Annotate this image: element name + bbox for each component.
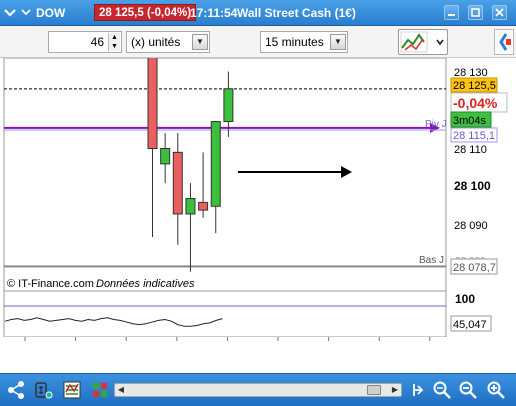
symbol-dropdown-icon[interactable] <box>18 4 34 20</box>
zoom-fit-icon[interactable] <box>432 380 452 400</box>
units-dropdown-icon[interactable]: ▼ <box>192 34 208 50</box>
countdown-label: 3m04s <box>453 115 487 127</box>
collapse-chevron-icon[interactable] <box>2 4 18 20</box>
zoom-in-icon[interactable] <box>486 380 506 400</box>
candle-body[interactable] <box>185 198 196 215</box>
dollar-settings-icon[interactable] <box>34 380 54 400</box>
tools-icon <box>499 33 511 51</box>
close-icon[interactable] <box>492 5 507 20</box>
price-tick: 28 100 <box>454 179 491 193</box>
units-spin-icon[interactable]: ▲ ▼ <box>108 33 120 51</box>
compare-icon[interactable] <box>90 380 110 400</box>
price-chart[interactable]: 28 130 28 110 28 100 28 090 28 125,5 -0,… <box>0 25 516 370</box>
low-label: Bas J <box>419 255 444 266</box>
price-badge: 28 125,5 (-0,04%) <box>94 4 197 21</box>
pivot-label: Piv J <box>425 119 447 130</box>
chart-type-button[interactable] <box>398 29 448 55</box>
scroll-left-icon[interactable]: ◀ <box>115 384 127 396</box>
indicators-icon[interactable] <box>62 380 82 400</box>
price-tick: 28 110 <box>454 144 487 156</box>
candle-body[interactable] <box>160 148 171 165</box>
price-tick: 28 130 <box>454 67 488 79</box>
minimize-icon[interactable] <box>444 5 459 20</box>
share-icon[interactable] <box>6 380 26 400</box>
price-tick: 28 090 <box>454 220 488 232</box>
zoom-out-icon[interactable] <box>458 380 478 400</box>
chart-area[interactable]: 28 130 28 110 28 100 28 090 28 125,5 -0,… <box>0 25 516 370</box>
copyright-text: © IT-Finance.com <box>7 278 94 290</box>
clock-time: 17:11:54 <box>190 6 238 20</box>
indicator-value-label: 45,047 <box>453 319 487 331</box>
scroll-end-icon[interactable] <box>408 380 428 400</box>
indicator-panel <box>3 290 447 338</box>
period-dropdown-icon[interactable]: ▼ <box>330 34 346 50</box>
chart-type-icon <box>400 31 444 53</box>
indicator-level-label: 100 <box>455 292 475 306</box>
units-select[interactable]: (x) unités ▼ <box>126 31 210 53</box>
scroll-thumb[interactable] <box>367 385 381 395</box>
candle-body[interactable] <box>223 88 234 123</box>
candle-body[interactable] <box>147 47 158 149</box>
candle-body[interactable] <box>172 151 183 215</box>
scroll-right-icon[interactable]: ▶ <box>389 384 401 396</box>
units-stepper[interactable]: 46 ▲ ▼ <box>48 31 122 53</box>
time-scrollbar[interactable]: ◀ ▶ <box>114 383 402 397</box>
period-label: 15 minutes <box>265 35 324 49</box>
candle-body[interactable] <box>210 121 221 207</box>
data-note-text: Données indicatives <box>96 278 195 290</box>
current-price-label: 28 125,5 <box>453 80 496 92</box>
candle-body[interactable] <box>198 201 209 211</box>
title-bar: DOW 28 125,5 (-0,04%) 17:11:54 Wall Stre… <box>0 0 516 26</box>
pivot-value-label: 28 115,1 <box>453 130 495 142</box>
units-label: (x) unités <box>131 35 181 49</box>
drawing-tools-button[interactable] <box>494 29 514 55</box>
period-select[interactable]: 15 minutes ▼ <box>260 31 348 53</box>
low-value-label: 28 078,7 <box>453 262 496 274</box>
time-axis-bg <box>0 337 516 350</box>
symbol-name[interactable]: DOW <box>36 6 65 20</box>
maximize-icon[interactable] <box>468 5 483 20</box>
units-value: 46 <box>90 35 104 49</box>
instrument-name: Wall Street Cash (1€) <box>237 6 356 20</box>
change-pct-label: -0,04% <box>453 95 498 111</box>
bottom-toolbar: ◀ ▶ <box>0 373 516 406</box>
